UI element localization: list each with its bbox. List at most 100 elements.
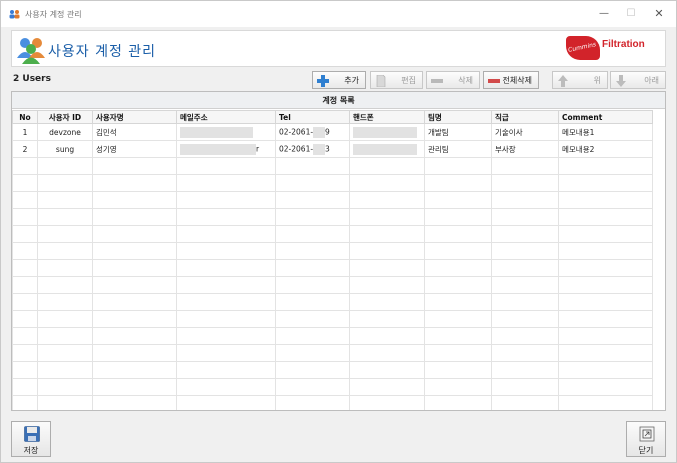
empty-cell [349,208,425,226]
close-button[interactable]: 닫기 [626,421,666,457]
empty-cell [176,344,276,362]
empty-cell [275,378,350,396]
maximize-button[interactable]: ☐ [622,6,640,22]
empty-cell [424,310,492,328]
minimize-button[interactable]: — [595,6,613,22]
cell-mobile [349,123,425,141]
empty-cell [275,395,350,410]
empty-cell [92,276,177,294]
empty-cell [176,378,276,396]
redacted-mobile [353,143,417,155]
table-row[interactable]: 1 devzone 김민석 02-2061- 9 개발팀 기술이사 메모내용1 [12,123,653,141]
column-header-rank[interactable]: 직급 [491,110,559,124]
minus-icon [431,79,443,83]
plus-icon [317,75,329,87]
empty-cell [12,157,38,175]
empty-cell [558,208,653,226]
cell-comment: 메모내용2 [558,140,653,158]
empty-cell [491,208,559,226]
tel-suffix: 9 [325,127,330,136]
empty-cell [558,276,653,294]
empty-row [12,378,653,396]
empty-cell [349,395,425,410]
column-header-name[interactable]: 사용자명 [92,110,177,124]
empty-cell [37,293,93,311]
empty-row [12,361,653,379]
add-button[interactable]: 추가 [312,71,366,89]
redacted-email [180,126,253,138]
delete-button[interactable]: 삭제 [426,71,480,89]
cell-name: 김민석 [92,123,177,141]
empty-cell [92,395,177,410]
empty-cell [491,327,559,345]
empty-cell [92,361,177,379]
cell-rank: 부사장 [491,140,559,158]
empty-cell [491,293,559,311]
empty-cell [37,157,93,175]
empty-cell [37,174,93,192]
empty-row [12,344,653,362]
close-window-button[interactable]: ✕ [650,6,668,22]
empty-cell [92,310,177,328]
empty-cell [558,225,653,243]
empty-cell [92,344,177,362]
empty-cell [275,191,350,209]
users-count: 2 Users [13,74,51,84]
save-button[interactable]: 저장 [11,421,51,457]
delete-all-button[interactable]: 전체삭제 [483,71,539,89]
table-row[interactable]: 2 sung 성기영 r 02-2061- 3 관리팀 부사장 메모내용2 [12,140,653,158]
empty-cell [37,242,93,260]
empty-cell [12,259,38,277]
close-button-label: 닫기 [638,446,654,455]
empty-cell [491,259,559,277]
email-tail: r [256,144,260,153]
column-header-no[interactable]: No [12,110,38,124]
empty-row [12,225,653,243]
account-grid[interactable]: 계정 목록 No 사용자 ID 사용자명 메일주소 Tel 핸드폰 팀명 직급 … [11,91,666,411]
empty-cell [558,327,653,345]
empty-row [12,191,653,209]
empty-cell [349,225,425,243]
empty-cell [275,344,350,362]
page-title: 사용자 계정 관리 [48,44,157,60]
empty-cell [92,157,177,175]
move-up-button[interactable]: 위 [552,71,608,89]
column-header-team[interactable]: 팀명 [424,110,492,124]
empty-cell [558,310,653,328]
column-header-mobile[interactable]: 핸드폰 [349,110,425,124]
empty-cell [176,361,276,379]
empty-cell [92,174,177,192]
move-down-button[interactable]: 아래 [610,71,666,89]
empty-cell [558,259,653,277]
empty-cell [12,395,38,410]
empty-cell [491,395,559,410]
arrow-up-icon [558,75,568,87]
empty-cell [275,361,350,379]
column-header-tel[interactable]: Tel [275,110,350,124]
empty-cell [92,225,177,243]
empty-cell [37,208,93,226]
empty-row [12,310,653,328]
column-header-email[interactable]: 메일주소 [176,110,276,124]
empty-cell [37,395,93,410]
title-bar: 사용자 계정 관리 — ☐ ✕ [1,1,676,27]
empty-cell [349,157,425,175]
empty-cell [424,395,492,410]
users-app-icon [9,10,20,19]
column-header-comment[interactable]: Comment [558,110,653,124]
empty-cell [424,361,492,379]
app-window: 사용자 계정 관리 — ☐ ✕ 사용자 계정 관리 Cummins Filtra… [0,0,677,463]
edit-button[interactable]: 편집 [370,71,423,89]
exit-icon [639,426,655,442]
empty-row [12,327,653,345]
cell-user-id: sung [37,140,93,158]
empty-cell [275,208,350,226]
empty-cell [424,259,492,277]
empty-cell [92,242,177,260]
empty-cell [558,395,653,410]
empty-cell [176,191,276,209]
cell-tel: 02-2061- 9 [275,123,350,141]
column-header-user-id[interactable]: 사용자 ID [37,110,93,124]
empty-cell [37,327,93,345]
empty-cell [491,310,559,328]
